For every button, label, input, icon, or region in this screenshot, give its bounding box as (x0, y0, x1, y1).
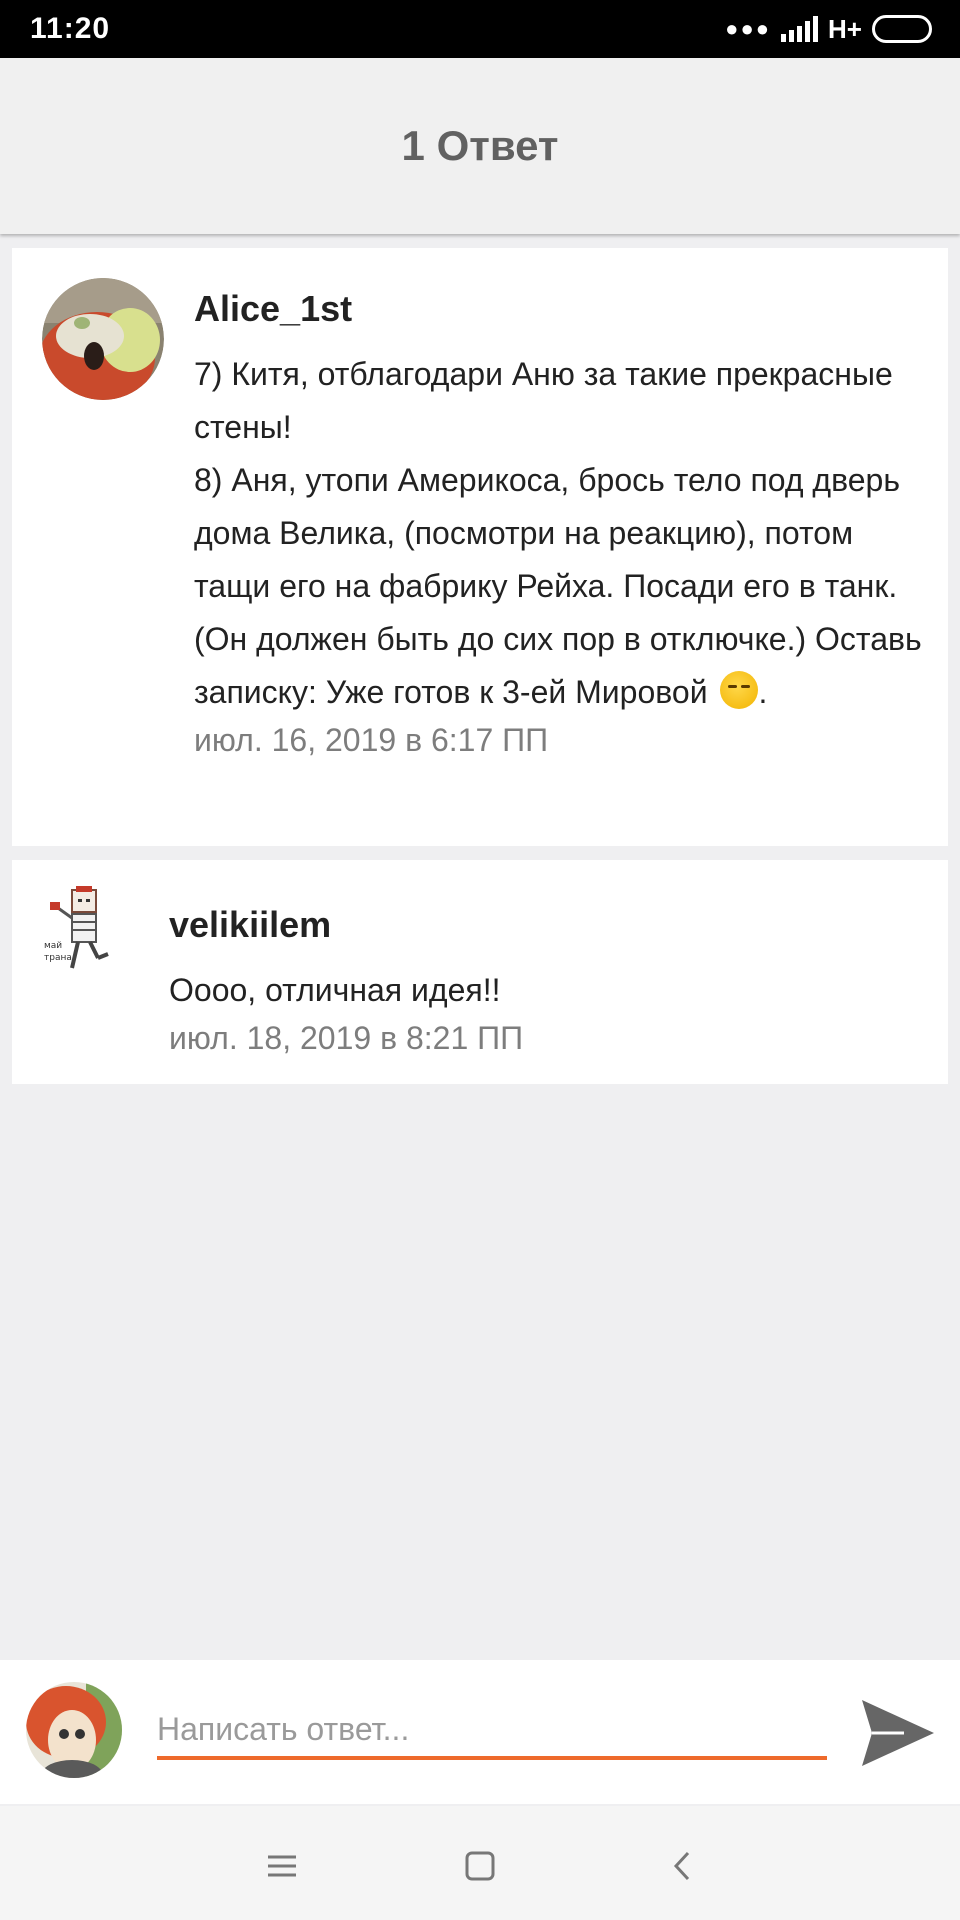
comment-timestamp: июл. 18, 2019 в 8:21 ПП (169, 1020, 524, 1056)
current-user-avatar (26, 1682, 122, 1778)
comment-text-content: 7) Китя, отблагодари Аню за такие прекра… (194, 356, 922, 710)
comment-card: Alice_1st 7) Китя, отблагодари Аню за та… (12, 248, 948, 846)
menu-button[interactable] (252, 1836, 312, 1896)
comment-text: 7) Китя, отблагодари Аню за такие прекра… (194, 348, 934, 719)
battery-icon (872, 15, 932, 43)
back-button[interactable] (652, 1836, 712, 1896)
comment-body: Alice_1st 7) Китя, отблагодари Аню за та… (194, 288, 934, 761)
comment-text-end: . (758, 674, 768, 710)
more-dots-icon: ●●● (725, 16, 772, 41)
avatar[interactable] (42, 278, 164, 400)
header: 1 Ответ (0, 58, 960, 234)
send-icon (862, 1700, 934, 1766)
status-icons: ●●● H+ (725, 14, 932, 45)
comment-body: velikiilem Оооо, отличная идея!! июл. 18… (169, 904, 929, 1059)
comment-author[interactable]: Alice_1st (194, 288, 934, 330)
page-title: 1 Ответ (401, 122, 559, 169)
avatar[interactable]: май трана (42, 884, 120, 984)
reply-input[interactable] (157, 1702, 827, 1760)
comment-card: май трана velikiilem Оооо, отличная идея… (12, 860, 948, 1084)
system-nav-bar (0, 1806, 960, 1920)
send-button[interactable] (860, 1698, 936, 1768)
smirking-face-icon (720, 671, 759, 709)
reply-bar (0, 1660, 960, 1804)
home-square-icon (465, 1851, 495, 1881)
network-type: H+ (828, 13, 862, 44)
signal-icon (781, 16, 819, 42)
comment-text: Оооо, отличная идея!! (169, 972, 501, 1008)
svg-text:май: май (44, 941, 62, 951)
back-chevron-icon (673, 1851, 690, 1881)
svg-text:трана: трана (44, 953, 72, 963)
status-bar: 11:20 ●●● H+ (0, 0, 960, 58)
comment-timestamp: июл. 16, 2019 в 6:17 ПП (194, 722, 549, 758)
status-time: 11:20 (30, 12, 111, 45)
comment-author[interactable]: velikiilem (169, 904, 929, 946)
home-button[interactable] (450, 1836, 510, 1896)
menu-icon (268, 1855, 296, 1877)
